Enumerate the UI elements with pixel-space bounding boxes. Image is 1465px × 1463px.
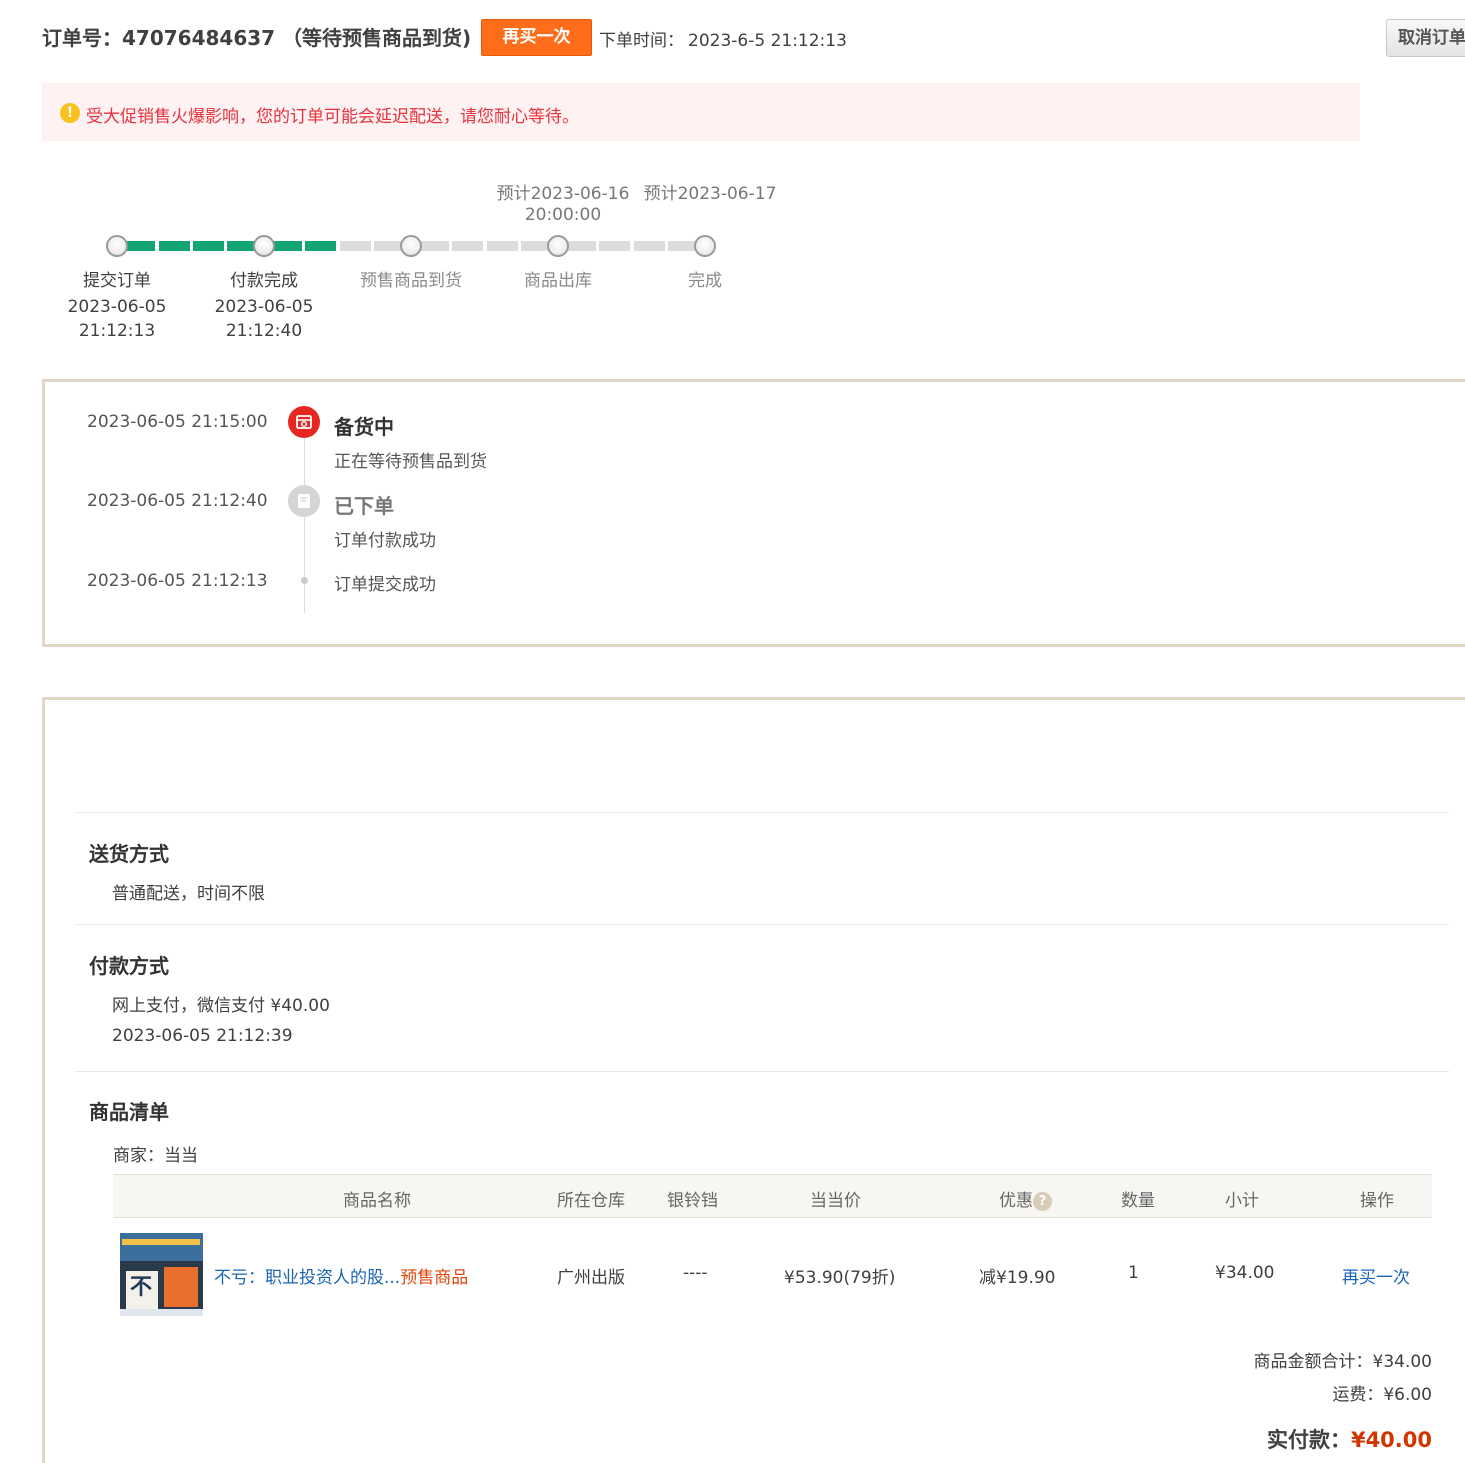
estimate-arrival-time: 20:00:00 — [524, 205, 602, 225]
progress-segment — [452, 241, 483, 251]
delay-notice: ! 受大促销售火爆影响，您的订单可能会延迟配送，请您耐心等待。 — [42, 83, 1360, 141]
progress-segment — [305, 241, 336, 251]
col-discount-label: 优惠 — [999, 1191, 1033, 1211]
progress-segment — [634, 241, 665, 251]
tracking-status: 已下单 — [334, 494, 394, 518]
rebuy-item-link[interactable]: 再买一次 — [1342, 1263, 1410, 1288]
estimate-arrival-date: 预计2023-06-16 — [496, 184, 630, 204]
progress-node — [106, 235, 128, 257]
order-title: 订单号：47076484637 （等待预售商品到货) — [42, 26, 472, 50]
goods-total: 商品金额合计：¥34.00 — [1253, 1352, 1432, 1372]
col-subtotal: 小计 — [1225, 1191, 1259, 1211]
product-subtotal: ¥34.00 — [1215, 1263, 1275, 1283]
warning-icon: ! — [60, 103, 80, 123]
col-qty: 数量 — [1121, 1191, 1155, 1211]
divider — [75, 812, 1449, 813]
step-label-outbound: 商品出库 — [524, 271, 592, 291]
payment-time: 2023-06-05 21:12:39 — [112, 1026, 293, 1046]
warehouse-icon — [288, 406, 320, 438]
step-date: 2023-06-05 — [67, 297, 167, 317]
progress-segment — [193, 241, 224, 251]
progress-node — [547, 235, 569, 257]
tracking-time: 2023-06-05 21:12:13 — [87, 571, 268, 591]
step-date: 2023-06-05 — [214, 297, 314, 317]
tracking-time: 2023-06-05 21:12:40 — [87, 491, 268, 511]
step-time-paid: 2023-06-05 21:12:40 — [194, 295, 334, 343]
paid-label: 实付款： — [1266, 1428, 1351, 1452]
product-warehouse: 广州出版 — [557, 1268, 625, 1288]
col-discount: 优惠? — [999, 1186, 1052, 1211]
tracking-desc: 正在等待预售品到货 — [334, 452, 487, 472]
step-label-submit: 提交订单 — [83, 271, 151, 291]
step-clock: 21:12:40 — [225, 321, 303, 341]
product-name-cell: 不亏：职业投资人的股...预售商品 — [214, 1263, 468, 1288]
product-silver-bell: ---- — [683, 1263, 708, 1283]
progress-segment — [599, 241, 630, 251]
timeline-line — [304, 427, 305, 613]
col-action: 操作 — [1360, 1191, 1394, 1211]
col-warehouse: 所在仓库 — [557, 1191, 625, 1211]
payment-title: 付款方式 — [89, 954, 169, 978]
progress-node — [694, 235, 716, 257]
col-name: 商品名称 — [343, 1191, 411, 1211]
col-price: 当当价 — [810, 1191, 861, 1211]
product-discount: 减¥19.90 — [979, 1268, 1056, 1288]
product-qty: 1 — [1128, 1263, 1139, 1283]
order-time: 下单时间： 2023-6-5 21:12:13 — [599, 26, 847, 51]
presale-tag: 预售商品 — [400, 1268, 469, 1288]
goods-table-header: 商品名称 所在仓库 银铃铛 当当价 优惠? 数量 小计 操作 — [113, 1174, 1432, 1218]
paid-value: ¥40.00 — [1350, 1428, 1432, 1452]
step-label-arrival: 预售商品到货 — [360, 271, 462, 291]
paid-amount: 实付款：¥40.00 — [1267, 1424, 1432, 1454]
divider — [75, 924, 1449, 925]
product-name-link[interactable]: 不亏：职业投资人的股... — [214, 1268, 400, 1288]
progress-segment — [487, 241, 518, 251]
estimate-outbound-date: 预计2023-06-17 — [643, 184, 777, 204]
cancel-order-button[interactable]: 取消订单 — [1386, 19, 1465, 57]
tracking-desc: 订单提交成功 — [334, 575, 436, 595]
progress-node — [400, 235, 422, 257]
delivery-title: 送货方式 — [89, 842, 169, 866]
progress-segment — [340, 241, 371, 251]
delivery-text: 普通配送，时间不限 — [112, 884, 265, 904]
shipping-fee: 运费：¥6.00 — [1332, 1385, 1432, 1405]
step-label-paid: 付款完成 — [230, 271, 298, 291]
step-time-submit: 2023-06-05 21:12:13 — [47, 295, 187, 343]
progress-segment — [418, 241, 449, 251]
progress-segment — [271, 241, 302, 251]
progress-segment — [159, 241, 190, 251]
order-time-value: 2023-6-5 21:12:13 — [688, 31, 847, 51]
payment-text: 网上支付，微信支付 ¥40.00 — [112, 996, 330, 1016]
divider — [75, 1071, 1449, 1072]
rebuy-button[interactable]: 再买一次 — [481, 19, 592, 56]
progress-segment — [565, 241, 596, 251]
estimate-arrival: 预计2023-06-16 20:00:00 — [490, 184, 636, 226]
goods-title: 商品清单 — [89, 1100, 169, 1124]
progress-segment — [124, 241, 155, 251]
product-price: ¥53.90(79折) — [784, 1268, 896, 1288]
tracking-time: 2023-06-05 21:15:00 — [87, 412, 268, 432]
product-image[interactable]: 不 — [120, 1233, 203, 1316]
estimate-outbound: 预计2023-06-17 — [637, 184, 783, 205]
order-time-label: 下单时间： — [599, 31, 684, 51]
progress-node — [253, 235, 275, 257]
step-label-complete: 完成 — [688, 271, 722, 291]
document-icon — [288, 485, 320, 517]
col-silver-bell: 银铃铛 — [667, 1191, 718, 1211]
step-clock: 21:12:13 — [78, 321, 156, 341]
help-icon[interactable]: ? — [1033, 1192, 1052, 1211]
dot-icon — [301, 577, 308, 584]
merchant-name: 商家：当当 — [113, 1146, 198, 1166]
notice-text: 受大促销售火爆影响，您的订单可能会延迟配送，请您耐心等待。 — [86, 107, 579, 127]
tracking-status: 备货中 — [334, 415, 394, 439]
tracking-desc: 订单付款成功 — [334, 531, 436, 551]
tracking-panel: 2023-06-05 21:15:00 备货中 正在等待预售品到货 2023-0… — [42, 379, 1465, 647]
